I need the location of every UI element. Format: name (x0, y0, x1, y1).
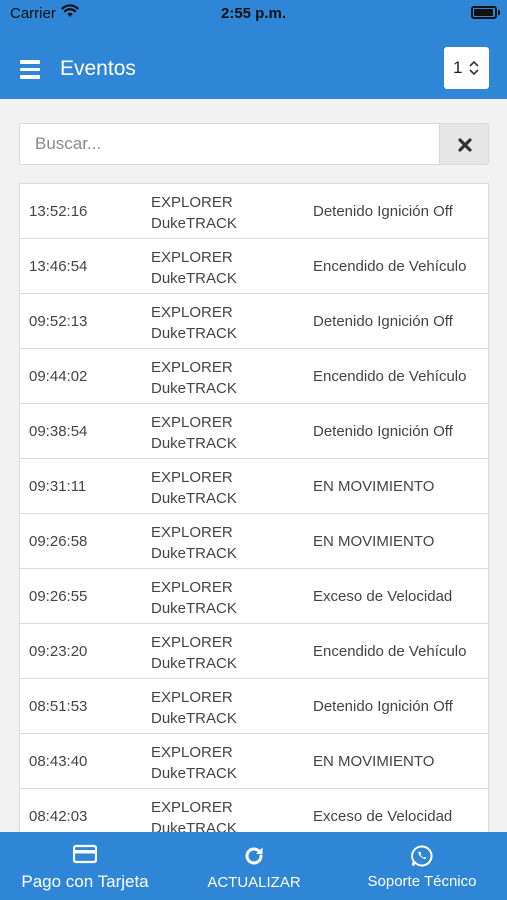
pay-with-card-button[interactable]: Pago con Tarjeta (10, 832, 160, 900)
event-time: 09:26:55 (29, 588, 88, 605)
event-vehicle: EXPLORER DukeTRACK (151, 577, 237, 619)
event-row[interactable]: 09:44:02 EXPLORER DukeTRACK Encendido de Ve… (20, 349, 488, 404)
event-time: 09:31:11 (29, 478, 87, 495)
event-description: EN MOVIMIENTO (313, 533, 435, 550)
event-description: Encendido de Vehículo (313, 258, 467, 275)
vehicle-name: DukeTRACK (151, 380, 237, 397)
event-time: 09:26:58 (29, 533, 88, 550)
battery-icon (471, 6, 500, 19)
event-time: 08:51:53 (29, 698, 88, 715)
event-row[interactable]: 09:52:13 EXPLORER DukeTRACK Detenido Ignici… (20, 294, 488, 349)
event-row[interactable]: 09:38:54 EXPLORER DukeTRACK Detenido Ignici… (20, 404, 488, 459)
vehicle-name: DukeTRACK (151, 215, 237, 232)
pay-with-card-label: Pago con Tarjeta (21, 872, 149, 891)
nav-bar: Eventos 1 (0, 40, 507, 99)
event-row[interactable]: 08:51:53 EXPLORER DukeTRACK Detenido Ignici… (20, 679, 488, 734)
refresh-label: ACTUALIZAR (207, 874, 301, 891)
technical-support-button[interactable]: Soporte Técnico (357, 832, 487, 900)
event-description: Detenido Ignición Off (313, 698, 453, 715)
status-time: 2:55 p.m. (220, 5, 287, 22)
event-row[interactable]: 09:31:11 EXPLORER DukeTRACK EN MOVIMIENTO (20, 459, 488, 514)
event-time: 08:42:03 (29, 808, 88, 825)
event-description: Encendido de Vehículo (313, 368, 467, 385)
technical-support-label: Soporte Técnico (367, 873, 477, 890)
app-header: Carrier 2:55 p.m. Eventos 1 (0, 0, 507, 99)
event-vehicle: EXPLORER DukeTRACK (151, 302, 237, 344)
events-table: 13:52:16 EXPLORER DukeTRACK Detenido Ignici… (19, 183, 489, 844)
event-description: Detenido Ignición Off (313, 423, 453, 440)
event-row[interactable]: 09:26:58 EXPLORER DukeTRACK EN MOVIMIENTO (20, 514, 488, 569)
vehicle-name: DukeTRACK (151, 270, 237, 287)
event-row[interactable]: 13:46:54 EXPLORER DukeTRACK Encendido de Ve… (20, 239, 488, 294)
vehicle-model: EXPLORER (151, 524, 233, 541)
vehicle-model: EXPLORER (151, 799, 233, 816)
event-description: Exceso de Velocidad (313, 808, 453, 825)
vehicle-model: EXPLORER (151, 304, 233, 321)
vehicle-model: EXPLORER (151, 634, 233, 651)
search-input[interactable] (19, 123, 440, 165)
event-description: Detenido Ignición Off (313, 313, 453, 330)
vehicle-model: EXPLORER (151, 579, 233, 596)
vehicle-model: EXPLORER (151, 359, 233, 376)
event-vehicle: EXPLORER DukeTRACK (151, 192, 237, 234)
event-description: Encendido de Vehículo (313, 643, 467, 660)
event-row[interactable]: 09:26:55 EXPLORER DukeTRACK Exceso de Veloc… (20, 569, 488, 624)
credit-card-icon (73, 844, 97, 864)
vehicle-model: EXPLORER (151, 194, 233, 211)
clear-search-button[interactable] (440, 123, 489, 165)
event-time: 09:52:13 (29, 313, 88, 330)
vehicle-name: DukeTRACK (151, 655, 237, 672)
event-time: 09:38:54 (29, 423, 88, 440)
close-x-icon (458, 138, 472, 152)
event-row[interactable]: 13:52:16 EXPLORER DukeTRACK Detenido Ignici… (20, 184, 488, 239)
page-select[interactable]: 1 (444, 47, 489, 89)
search-bar (19, 123, 489, 165)
refresh-button[interactable]: ACTUALIZAR (194, 832, 314, 900)
event-time: 13:46:54 (29, 258, 88, 275)
vehicle-name: DukeTRACK (151, 490, 237, 507)
status-bar: Carrier 2:55 p.m. (0, 0, 507, 28)
event-vehicle: EXPLORER DukeTRACK (151, 742, 237, 784)
vehicle-model: EXPLORER (151, 689, 233, 706)
vehicle-name: DukeTRACK (151, 600, 237, 617)
event-time: 13:52:16 (29, 203, 88, 220)
event-vehicle: EXPLORER DukeTRACK (151, 467, 237, 509)
refresh-icon (245, 847, 263, 865)
page-title: Eventos (60, 57, 136, 80)
vehicle-name: DukeTRACK (151, 435, 237, 452)
vehicle-name: DukeTRACK (151, 765, 237, 782)
event-row[interactable]: 08:43:40 EXPLORER DukeTRACK EN MOVIMIENTO (20, 734, 488, 789)
event-description: EN MOVIMIENTO (313, 478, 435, 495)
event-time: 08:43:40 (29, 753, 88, 770)
event-description: EN MOVIMIENTO (313, 753, 435, 770)
vehicle-model: EXPLORER (151, 469, 233, 486)
vehicle-name: DukeTRACK (151, 710, 237, 727)
vehicle-model: EXPLORER (151, 249, 233, 266)
event-time: 09:44:02 (29, 368, 88, 385)
hamburger-menu-icon[interactable] (20, 60, 40, 79)
event-row[interactable]: 09:23:20 EXPLORER DukeTRACK Encendido de Ve… (20, 624, 488, 679)
event-vehicle: EXPLORER DukeTRACK (151, 357, 237, 399)
up-down-chevron-icon (469, 60, 479, 76)
event-vehicle: EXPLORER DukeTRACK (151, 632, 237, 674)
vehicle-model: EXPLORER (151, 744, 233, 761)
vehicle-name: DukeTRACK (151, 545, 237, 562)
vehicle-name: DukeTRACK (151, 325, 237, 342)
vehicle-model: EXPLORER (151, 414, 233, 431)
event-vehicle: EXPLORER DukeTRACK (151, 247, 237, 289)
event-description: Detenido Ignición Off (313, 203, 453, 220)
event-vehicle: EXPLORER DukeTRACK (151, 687, 237, 729)
event-vehicle: EXPLORER DukeTRACK (151, 522, 237, 564)
event-vehicle: EXPLORER DukeTRACK (151, 412, 237, 454)
event-time: 09:23:20 (29, 643, 88, 660)
whatsapp-icon (411, 845, 433, 867)
event-description: Exceso de Velocidad (313, 588, 453, 605)
page-select-value: 1 (453, 58, 463, 77)
bottom-toolbar: Pago con Tarjeta ACTUALIZAR Soporte Técn… (0, 832, 507, 900)
